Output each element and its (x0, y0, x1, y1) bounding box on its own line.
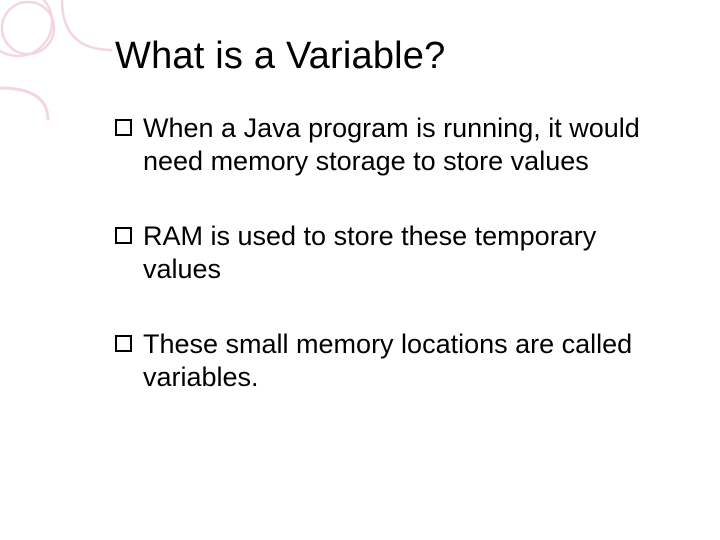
bullet-square-icon (115, 335, 132, 352)
bullet-square-icon (115, 227, 132, 244)
bullet-first-word: These (143, 329, 218, 359)
bullet-first-word: RAM (143, 221, 203, 251)
bullet-first-word: When (143, 113, 214, 143)
slide-title: What is a Variable? (115, 35, 660, 78)
bullet-text: a Java program is running, it would need… (143, 113, 640, 176)
bullet-item: RAM is used to store these temporary val… (115, 220, 660, 286)
bullet-text: is used to store these temporary values (143, 221, 596, 284)
bullet-item: These small memory locations are called … (115, 328, 660, 394)
bullet-item: When a Java program is running, it would… (115, 112, 660, 178)
bullet-square-icon (115, 119, 132, 136)
slide-content: What is a Variable? When a Java program … (0, 0, 720, 394)
